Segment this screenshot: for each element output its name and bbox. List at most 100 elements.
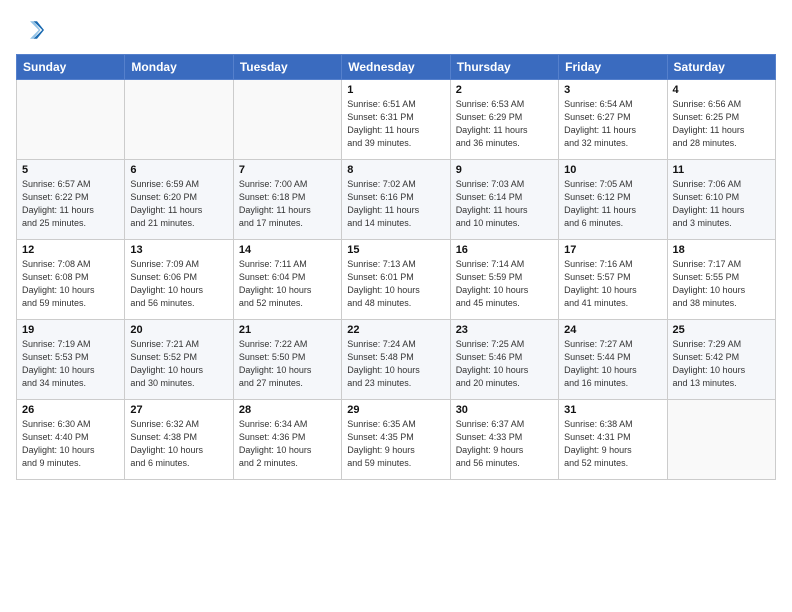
calendar-week-3: 12 Sunrise: 7:08 AM Sunset: 6:08 PM Dayli…: [17, 240, 776, 320]
day-number: 1: [347, 84, 444, 96]
calendar-week-1: 1 Sunrise: 6:51 AM Sunset: 6:31 PM Daylig…: [17, 80, 776, 160]
logo-icon: [16, 16, 44, 44]
day-number: 26: [22, 404, 119, 416]
day-number: 2: [456, 84, 553, 96]
calendar-cell: 21Sunrise: 7:22 AM Sunset: 5:50 PM Dayli…: [233, 320, 341, 400]
day-number: 17: [564, 244, 661, 256]
day-info: Sunrise: 7:11 AM Sunset: 6:04 PM Dayligh…: [239, 258, 336, 310]
day-info: Sunrise: 6:57 AM Sunset: 6:22 PM Dayligh…: [22, 178, 119, 230]
day-number: 14: [239, 244, 336, 256]
weekday-header-monday: Monday: [125, 55, 233, 80]
day-info: Sunrise: 6:32 AM Sunset: 4:38 PM Dayligh…: [130, 418, 227, 470]
calendar-cell: 3 Sunrise: 6:54 AM Sunset: 6:27 PM Daylig…: [559, 80, 667, 160]
calendar-week-5: 26 Sunrise: 6:30 AM Sunset: 4:40 PM Dayli…: [17, 400, 776, 480]
calendar-cell: 22 Sunrise: 7:24 AM Sunset: 5:48 PM Dayli…: [342, 320, 450, 400]
day-number: 20: [130, 324, 227, 336]
calendar-week-2: 5 Sunrise: 6:57 AM Sunset: 6:22 PM Daylig…: [17, 160, 776, 240]
calendar-cell: 5 Sunrise: 6:57 AM Sunset: 6:22 PM Daylig…: [17, 160, 125, 240]
calendar-cell: 16Sunrise: 7:14 AM Sunset: 5:59 PM Dayli…: [450, 240, 558, 320]
day-number: 4: [673, 84, 770, 96]
calendar-cell: [17, 80, 125, 160]
day-number: 18: [673, 244, 770, 256]
calendar-cell: 18 Sunrise: 7:17 AM Sunset: 5:55 PM Dayli…: [667, 240, 775, 320]
calendar-cell: 9 Sunrise: 7:03 AM Sunset: 6:14 PM Daylig…: [450, 160, 558, 240]
day-number: 30: [456, 404, 553, 416]
day-info: Sunrise: 7:08 AM Sunset: 6:08 PM Dayligh…: [22, 258, 119, 310]
day-number: 27: [130, 404, 227, 416]
day-info: Sunrise: 7:24 AM Sunset: 5:48 PM Dayligh…: [347, 338, 444, 390]
day-info: Sunrise: 7:21 AM Sunset: 5:52 PM Dayligh…: [130, 338, 227, 390]
day-number: 7: [239, 164, 336, 176]
calendar-cell: 1 Sunrise: 6:51 AM Sunset: 6:31 PM Daylig…: [342, 80, 450, 160]
day-number: 6: [130, 164, 227, 176]
calendar-cell: 12 Sunrise: 7:08 AM Sunset: 6:08 PM Dayli…: [17, 240, 125, 320]
day-info: Sunrise: 6:56 AM Sunset: 6:25 PM Dayligh…: [673, 98, 770, 150]
day-number: 3: [564, 84, 661, 96]
logo: [16, 16, 48, 44]
calendar-cell: 23 Sunrise: 7:25 AM Sunset: 5:46 PM Dayli…: [450, 320, 558, 400]
day-info: Sunrise: 6:59 AM Sunset: 6:20 PM Dayligh…: [130, 178, 227, 230]
calendar-cell: 15 Sunrise: 7:13 AM Sunset: 6:01 PM Dayli…: [342, 240, 450, 320]
weekday-header-row: SundayMondayTuesdayWednesdayThursdayFrid…: [17, 55, 776, 80]
day-number: 22: [347, 324, 444, 336]
day-info: Sunrise: 6:54 AM Sunset: 6:27 PM Dayligh…: [564, 98, 661, 150]
day-number: 23: [456, 324, 553, 336]
calendar-cell: 17 Sunrise: 7:16 AM Sunset: 5:57 PM Dayli…: [559, 240, 667, 320]
day-info: Sunrise: 6:35 AM Sunset: 4:35 PM Dayligh…: [347, 418, 444, 470]
day-number: 28: [239, 404, 336, 416]
calendar-cell: [233, 80, 341, 160]
day-number: 24: [564, 324, 661, 336]
day-number: 13: [130, 244, 227, 256]
calendar-cell: 2 Sunrise: 6:53 AM Sunset: 6:29 PM Daylig…: [450, 80, 558, 160]
day-info: Sunrise: 6:53 AM Sunset: 6:29 PM Dayligh…: [456, 98, 553, 150]
day-number: 10: [564, 164, 661, 176]
calendar-cell: 27 Sunrise: 6:32 AM Sunset: 4:38 PM Dayli…: [125, 400, 233, 480]
page-container: SundayMondayTuesdayWednesdayThursdayFrid…: [0, 0, 792, 488]
calendar-cell: [125, 80, 233, 160]
day-info: Sunrise: 7:03 AM Sunset: 6:14 PM Dayligh…: [456, 178, 553, 230]
day-info: Sunrise: 7:06 AM Sunset: 6:10 PM Dayligh…: [673, 178, 770, 230]
calendar-cell: 20 Sunrise: 7:21 AM Sunset: 5:52 PM Dayli…: [125, 320, 233, 400]
day-number: 5: [22, 164, 119, 176]
weekday-header-thursday: Thursday: [450, 55, 558, 80]
day-info: Sunrise: 6:34 AM Sunset: 4:36 PM Dayligh…: [239, 418, 336, 470]
calendar-cell: 31 Sunrise: 6:38 AM Sunset: 4:31 PM Dayli…: [559, 400, 667, 480]
day-info: Sunrise: 7:17 AM Sunset: 5:55 PM Dayligh…: [673, 258, 770, 310]
calendar-cell: 11Sunrise: 7:06 AM Sunset: 6:10 PM Dayli…: [667, 160, 775, 240]
calendar-cell: 26 Sunrise: 6:30 AM Sunset: 4:40 PM Dayli…: [17, 400, 125, 480]
day-info: Sunrise: 7:25 AM Sunset: 5:46 PM Dayligh…: [456, 338, 553, 390]
day-number: 25: [673, 324, 770, 336]
weekday-header-friday: Friday: [559, 55, 667, 80]
calendar-cell: 8Sunrise: 7:02 AM Sunset: 6:16 PM Daylig…: [342, 160, 450, 240]
calendar-cell: 24Sunrise: 7:27 AM Sunset: 5:44 PM Dayli…: [559, 320, 667, 400]
calendar-cell: 28 Sunrise: 6:34 AM Sunset: 4:36 PM Dayli…: [233, 400, 341, 480]
day-info: Sunrise: 7:29 AM Sunset: 5:42 PM Dayligh…: [673, 338, 770, 390]
day-number: 31: [564, 404, 661, 416]
day-number: 12: [22, 244, 119, 256]
day-info: Sunrise: 7:16 AM Sunset: 5:57 PM Dayligh…: [564, 258, 661, 310]
day-info: Sunrise: 7:05 AM Sunset: 6:12 PM Dayligh…: [564, 178, 661, 230]
day-info: Sunrise: 6:37 AM Sunset: 4:33 PM Dayligh…: [456, 418, 553, 470]
day-info: Sunrise: 6:30 AM Sunset: 4:40 PM Dayligh…: [22, 418, 119, 470]
calendar-cell: 4 Sunrise: 6:56 AM Sunset: 6:25 PM Daylig…: [667, 80, 775, 160]
weekday-header-wednesday: Wednesday: [342, 55, 450, 80]
day-info: Sunrise: 7:14 AM Sunset: 5:59 PM Dayligh…: [456, 258, 553, 310]
calendar-cell: 10 Sunrise: 7:05 AM Sunset: 6:12 PM Dayli…: [559, 160, 667, 240]
day-number: 9: [456, 164, 553, 176]
day-info: Sunrise: 6:38 AM Sunset: 4:31 PM Dayligh…: [564, 418, 661, 470]
calendar-cell: 6 Sunrise: 6:59 AM Sunset: 6:20 PM Daylig…: [125, 160, 233, 240]
calendar-week-4: 19Sunrise: 7:19 AM Sunset: 5:53 PM Dayli…: [17, 320, 776, 400]
day-info: Sunrise: 6:51 AM Sunset: 6:31 PM Dayligh…: [347, 98, 444, 150]
weekday-header-tuesday: Tuesday: [233, 55, 341, 80]
calendar-cell: 14 Sunrise: 7:11 AM Sunset: 6:04 PM Dayli…: [233, 240, 341, 320]
calendar-cell: [667, 400, 775, 480]
day-number: 8: [347, 164, 444, 176]
calendar-cell: 7 Sunrise: 7:00 AM Sunset: 6:18 PM Daylig…: [233, 160, 341, 240]
calendar-cell: 25 Sunrise: 7:29 AM Sunset: 5:42 PM Dayli…: [667, 320, 775, 400]
day-info: Sunrise: 7:00 AM Sunset: 6:18 PM Dayligh…: [239, 178, 336, 230]
day-number: 15: [347, 244, 444, 256]
day-number: 21: [239, 324, 336, 336]
header: [16, 16, 776, 44]
calendar-cell: 30 Sunrise: 6:37 AM Sunset: 4:33 PM Dayli…: [450, 400, 558, 480]
day-info: Sunrise: 7:13 AM Sunset: 6:01 PM Dayligh…: [347, 258, 444, 310]
